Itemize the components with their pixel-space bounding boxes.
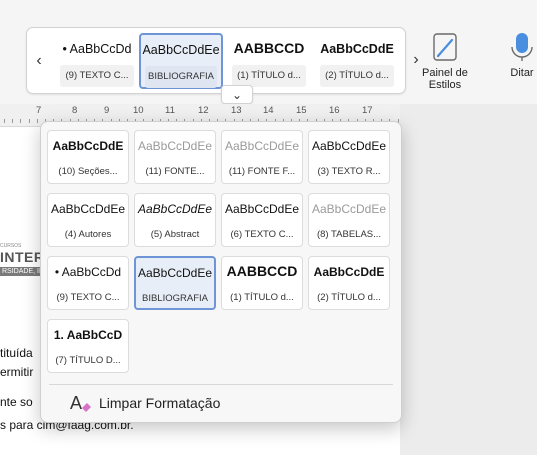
gallery-style-tile-selected[interactable]: AaBbCcDdEe BIBLIOGRAFIA (139, 33, 223, 89)
ruler-number: 9 (104, 105, 110, 116)
ruler-number: 8 (72, 105, 78, 116)
clear-formatting-button[interactable]: A Limpar Formatação (69, 392, 220, 414)
gallery-prev-button[interactable]: ‹ (27, 28, 51, 93)
chevron-down-icon: ⌄ (231, 87, 243, 102)
style-preview: • AaBbCcDd (62, 42, 132, 56)
style-caption: (5) Abstract (150, 229, 200, 240)
style-caption: (11) FONTE... (145, 166, 205, 177)
ruler-tick (4, 119, 5, 123)
ribbon-toolbar: ‹ • AaBbCcDd (9) TEXTO C... AaBbCcDdEe B… (0, 0, 537, 105)
style-preview: AaBbCcDdEe (50, 202, 126, 216)
dropdown-style-tile-selected[interactable]: AaBbCcDdEe BIBLIOGRAFIA (134, 256, 216, 310)
dropdown-style-tile[interactable]: AaBbCcDdEe (11) FONTE F... (221, 130, 303, 184)
dropdown-style-tile[interactable]: AaBbCcDdE (10) Seções... (47, 130, 129, 184)
dropdown-style-tile[interactable]: AaBbCcDdEe (8) TABELAS... (308, 193, 390, 247)
style-caption: (4) Autores (64, 229, 112, 240)
style-preview: AABBCCD (226, 263, 298, 279)
ruler-tick (28, 119, 30, 123)
style-preview: AABBCCD (233, 40, 305, 56)
style-preview: AaBbCcDdEe (311, 139, 387, 153)
style-caption: (7) TÍTULO D... (55, 355, 121, 366)
gallery-expand-button[interactable]: ⌄ (221, 85, 253, 104)
dropdown-style-tile[interactable]: AABBCCD (1) TÍTULO d... (221, 256, 303, 310)
ruler-number: 16 (329, 105, 340, 116)
dropdown-style-tile[interactable]: AaBbCcDdEe (11) FONTE... (134, 130, 216, 184)
style-preview: AaBbCcDdEe (224, 139, 300, 153)
style-caption: (3) TEXTO R... (317, 166, 381, 177)
dropdown-style-tile[interactable]: AaBbCcDdEe (3) TEXTO R... (308, 130, 390, 184)
ruler-tick (20, 119, 22, 123)
style-preview: AaBbCcDdEe (137, 266, 213, 280)
style-caption: (10) Seções... (58, 166, 118, 177)
style-preview: AaBbCcDdE (52, 139, 124, 153)
ruler-number: 15 (296, 105, 307, 116)
styles-pane-label: Painel de (422, 67, 468, 79)
styles-gallery: ‹ • AaBbCcDd (9) TEXTO C... AaBbCcDdEe B… (26, 27, 406, 94)
style-caption: BIBLIOGRAFIA (142, 293, 208, 304)
ruler-number: 10 (133, 105, 144, 116)
style-preview: AaBbCcDdEe (311, 202, 387, 216)
style-caption: BIBLIOGRAFIA (148, 71, 214, 82)
document-text-line: tituída (0, 346, 33, 360)
style-caption: (11) FONTE F... (228, 166, 296, 177)
style-caption: (1) TÍTULO d... (230, 292, 294, 303)
document-text-line: nte so (0, 395, 33, 409)
style-caption: (1) TÍTULO d... (237, 70, 301, 81)
ruler-tick (12, 119, 14, 123)
style-caption: (8) TABELAS... (316, 229, 382, 240)
style-caption: (9) TEXTO C... (65, 70, 129, 81)
clear-formatting-icon: A (70, 393, 91, 413)
ruler-number: 11 (165, 105, 175, 116)
styles-dropdown-panel: AaBbCcDdE (10) Seções... AaBbCcDdEe (11)… (40, 121, 402, 423)
styles-pane-icon (433, 33, 457, 61)
dropdown-style-tile[interactable]: AaBbCcDdEe (5) Abstract (134, 193, 216, 247)
dictate-label: Ditar (510, 67, 534, 79)
style-preview: AaBbCcDdEe (142, 43, 220, 57)
ruler-number: 14 (263, 105, 274, 116)
clear-formatting-label: Limpar Formatação (99, 395, 221, 411)
style-preview: AaBbCcDdEe (137, 202, 213, 216)
styles-pane-label-2: Estilos (428, 79, 462, 91)
ruler-number: 7 (36, 105, 42, 116)
style-caption: (2) TÍTULO d... (325, 70, 389, 81)
dropdown-style-tile[interactable]: AaBbCcDdEe (4) Autores (47, 193, 129, 247)
dropdown-style-tile[interactable]: 1. AaBbCcD (7) TÍTULO D... (47, 319, 129, 373)
microphone-icon (511, 33, 533, 61)
ruler-number: 13 (231, 105, 242, 116)
ruler-number: 17 (362, 105, 373, 116)
ruler-tick (36, 119, 38, 123)
style-preview: AaBbCcDdEe (137, 139, 213, 153)
dropdown-style-tile[interactable]: AaBbCcDdEe (6) TEXTO C... (221, 193, 303, 247)
style-preview: AaBbCcDdE (313, 265, 385, 279)
style-caption: (6) TEXTO C... (230, 229, 294, 240)
canvas-background (400, 104, 537, 455)
gallery-style-tile[interactable]: • AaBbCcDd (9) TEXTO C... (55, 33, 139, 89)
style-caption: (2) TÍTULO d... (317, 292, 381, 303)
dropdown-style-tile[interactable]: AaBbCcDdE (2) TÍTULO d... (308, 256, 390, 310)
gallery-style-tile[interactable]: AABBCCD (1) TÍTULO d... (227, 33, 311, 89)
divider (49, 384, 393, 385)
style-preview: • AaBbCcDd (54, 265, 122, 279)
style-preview: AaBbCcDdEe (224, 202, 300, 216)
style-caption: (9) TEXTO C... (56, 292, 120, 303)
gallery-style-tile[interactable]: AaBbCcDdE (2) TÍTULO d... (315, 33, 399, 89)
svg-text:A: A (70, 393, 82, 413)
dictate-button[interactable]: Ditar (505, 30, 537, 79)
style-preview: 1. AaBbCcD (53, 328, 123, 342)
dropdown-style-tile[interactable]: • AaBbCcDd (9) TEXTO C... (47, 256, 129, 310)
style-preview: AaBbCcDdE (320, 42, 394, 56)
ruler-number: 12 (198, 105, 209, 116)
styles-pane-button[interactable]: Painel de Estilos (422, 30, 468, 91)
document-text-line: ermitir (0, 365, 34, 379)
